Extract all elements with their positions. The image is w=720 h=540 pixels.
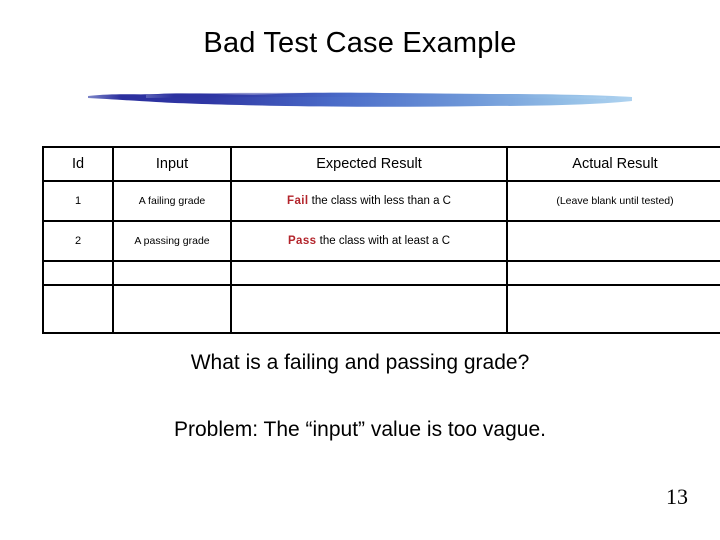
expected-keyword: Pass	[287, 235, 317, 247]
cell-expected: Fail the class with less than a C	[230, 180, 508, 222]
cell-actual: (Leave blank until tested)	[506, 180, 720, 222]
table-row: 1 A failing grade Fail the class with le…	[42, 180, 720, 222]
table-row: 2 A passing grade Pass the class with at…	[42, 220, 720, 262]
column-header-id: Id	[42, 146, 114, 182]
cell-expected: Pass the class with at least a C	[230, 220, 508, 262]
cell-input: A failing grade	[112, 180, 232, 222]
column-header-input: Input	[112, 146, 232, 182]
table-row-empty	[42, 284, 720, 334]
cell-input: A passing grade	[112, 220, 232, 262]
page-number: 13	[666, 484, 688, 509]
body-question-line: What is a failing and passing grade?	[190, 351, 530, 374]
cell-input	[112, 260, 232, 286]
test-case-table: Id Input Expected Result Actual Result 1…	[42, 146, 720, 334]
cell-expected	[230, 260, 508, 286]
cell-id	[42, 260, 114, 286]
expected-text: the class with at least a C	[316, 235, 451, 247]
cell-id: 1	[42, 180, 114, 222]
column-header-expected: Expected Result	[230, 146, 508, 182]
cell-id: 2	[42, 220, 114, 262]
cell-input	[112, 284, 232, 334]
expected-keyword: Fail	[287, 195, 309, 207]
column-header-actual: Actual Result	[506, 146, 720, 182]
expected-text: the class with less than a C	[308, 195, 451, 207]
cell-actual	[506, 220, 720, 262]
cell-expected	[230, 284, 508, 334]
body-problem-line: Problem: The “input” value is too vague.	[174, 418, 546, 441]
brush-stroke-icon	[88, 92, 632, 107]
cell-actual	[506, 284, 720, 334]
brush-stroke-divider	[86, 88, 634, 112]
page-title: Bad Test Case Example	[203, 27, 517, 59]
cell-id	[42, 284, 114, 334]
table-header-row: Id Input Expected Result Actual Result	[42, 146, 720, 182]
table-row-empty	[42, 260, 720, 286]
cell-actual	[506, 260, 720, 286]
